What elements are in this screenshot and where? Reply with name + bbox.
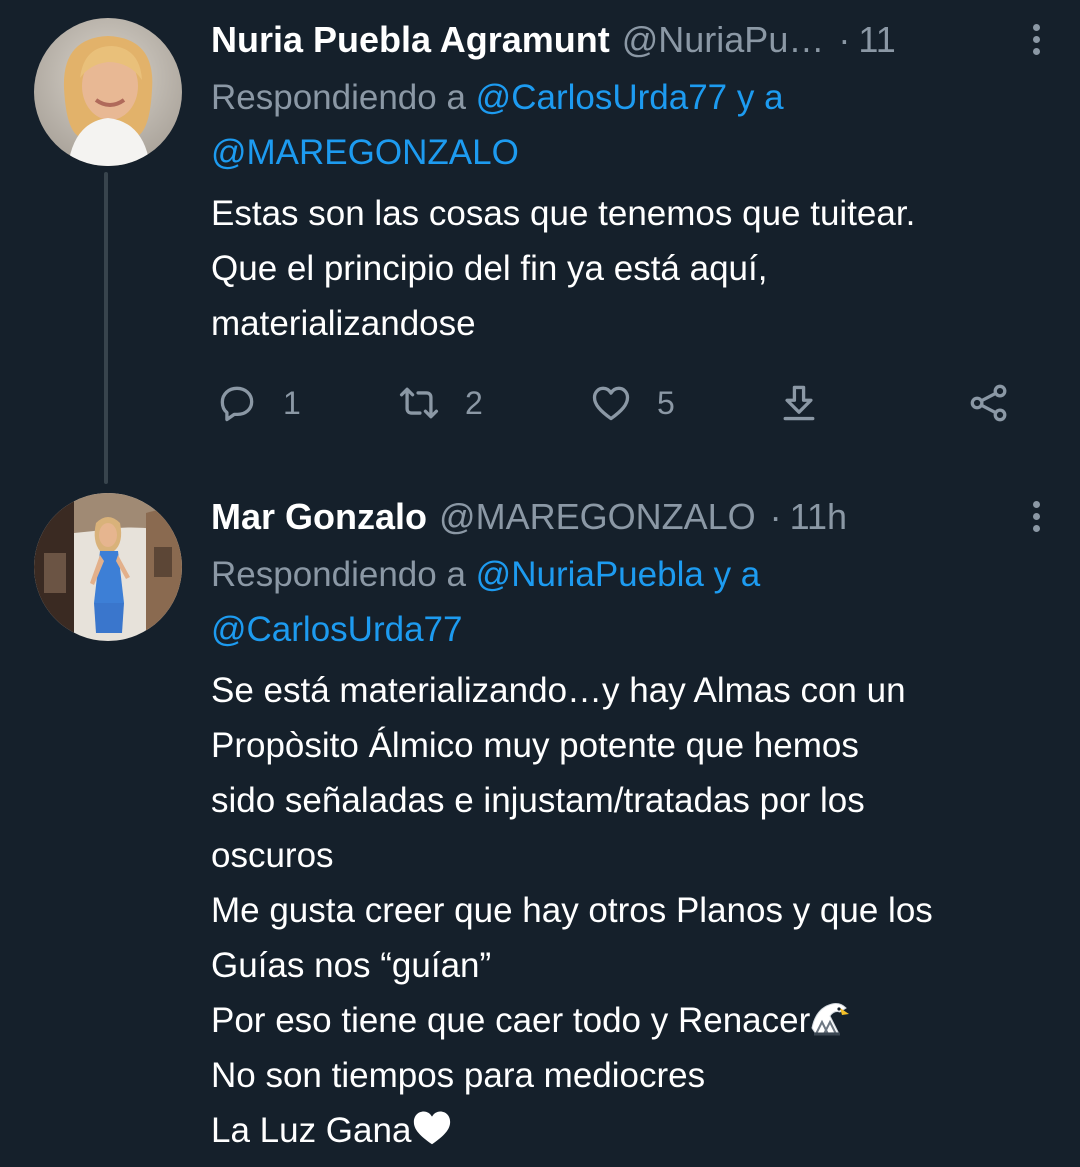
tweet-text-line: No son tiempos para mediocres <box>211 1056 706 1095</box>
avatar[interactable] <box>34 493 182 641</box>
mention-link[interactable]: @MAREGONZALO <box>211 133 519 172</box>
tweet-text: Se está materializando…y hay Almas con u… <box>211 663 1044 1158</box>
tweet-text-line: Me gusta creer que hay otros Planos y qu… <box>211 891 933 930</box>
tweet-text: Estas son las cosas que tenemos que tuit… <box>211 186 1044 351</box>
mention-joiner[interactable]: y a <box>714 555 761 594</box>
retweet-icon <box>399 387 439 419</box>
thread-connector-line <box>104 172 108 484</box>
tweet-text-line: Se está materializando…y hay Almas con u… <box>211 671 906 710</box>
timestamp[interactable]: 11h <box>790 493 847 541</box>
mention-joiner[interactable]: y a <box>737 78 784 117</box>
more-options-icon[interactable] <box>1028 24 1044 58</box>
avatar[interactable] <box>34 18 182 166</box>
mention-link[interactable]: @CarlosUrda77 <box>476 78 727 117</box>
like-button[interactable]: 5 <box>589 378 675 428</box>
tweet-text-line: Que el principio del fin ya está aquí, <box>211 249 768 288</box>
tweet-content: Mar Gonzalo @MAREGONZALO · 11h Respondie… <box>211 493 1044 1158</box>
more-options-icon[interactable] <box>1028 501 1044 535</box>
heart-icon <box>592 386 630 421</box>
share-button[interactable] <box>967 378 1011 428</box>
author-name[interactable]: Nuria Puebla Agramunt <box>211 16 610 64</box>
download-button[interactable] <box>777 378 821 428</box>
mention-link[interactable]: @NuriaPuebla <box>476 555 704 594</box>
tweet-actions: 1 2 5 <box>211 378 1011 428</box>
replying-to: Respondiendo a @NuriaPuebla y a @CarlosU… <box>211 547 1044 657</box>
tweet-text-line: Guías nos “guían” <box>211 946 492 985</box>
like-count: 5 <box>657 384 675 421</box>
eagle-icon <box>811 1003 850 1036</box>
author-handle[interactable]: @NuriaPu… <box>622 16 825 64</box>
reply-count: 1 <box>283 384 301 421</box>
tweet-content: Nuria Puebla Agramunt @NuriaPu… · 11h Re… <box>211 16 1044 351</box>
replying-to: Respondiendo a @CarlosUrda77 y a @MAREGO… <box>211 70 1044 180</box>
tweet-text-segment: Por eso tiene que caer todo y Renacer <box>211 1001 811 1040</box>
tweet-text-line: Propòsito Álmico muy potente que hemos <box>211 726 859 765</box>
replying-to-label: Respondiendo a <box>211 78 466 117</box>
tweet-text-line: materializandose <box>211 304 476 343</box>
retweet-count: 2 <box>465 384 483 421</box>
white-heart-icon <box>414 1111 451 1145</box>
tweet-text-segment: La Luz Gana <box>211 1111 412 1150</box>
share-icon <box>970 384 1007 422</box>
author-name[interactable]: Mar Gonzalo <box>211 493 427 541</box>
timestamp[interactable]: 11h <box>858 16 898 64</box>
download-icon <box>783 385 815 421</box>
tweet-text-line: La Luz Gana <box>211 1103 1044 1158</box>
tweet-text-line: sido señaladas e injustam/tratadas por l… <box>211 781 865 820</box>
separator-dot: · <box>838 19 851 60</box>
retweet-button[interactable]: 2 <box>397 378 483 428</box>
tweet-text-line: Por eso tiene que caer todo y Renacer <box>211 993 1044 1048</box>
author-handle[interactable]: @MAREGONZALO <box>439 493 756 541</box>
reply-button[interactable]: 1 <box>215 378 301 428</box>
reply-icon <box>220 386 254 422</box>
tweet-text-line: oscuros <box>211 836 334 875</box>
tweet-header: Mar Gonzalo @MAREGONZALO · 11h <box>211 493 1044 541</box>
replying-to-label: Respondiendo a <box>211 555 466 594</box>
tweet-header: Nuria Puebla Agramunt @NuriaPu… · 11h <box>211 16 1044 64</box>
mention-link[interactable]: @CarlosUrda77 <box>211 610 462 649</box>
tweet-thread: Nuria Puebla Agramunt @NuriaPu… · 11h Re… <box>0 0 1080 1167</box>
tweet-text-line: Estas son las cosas que tenemos que tuit… <box>211 194 916 233</box>
separator-dot: · <box>769 496 782 537</box>
